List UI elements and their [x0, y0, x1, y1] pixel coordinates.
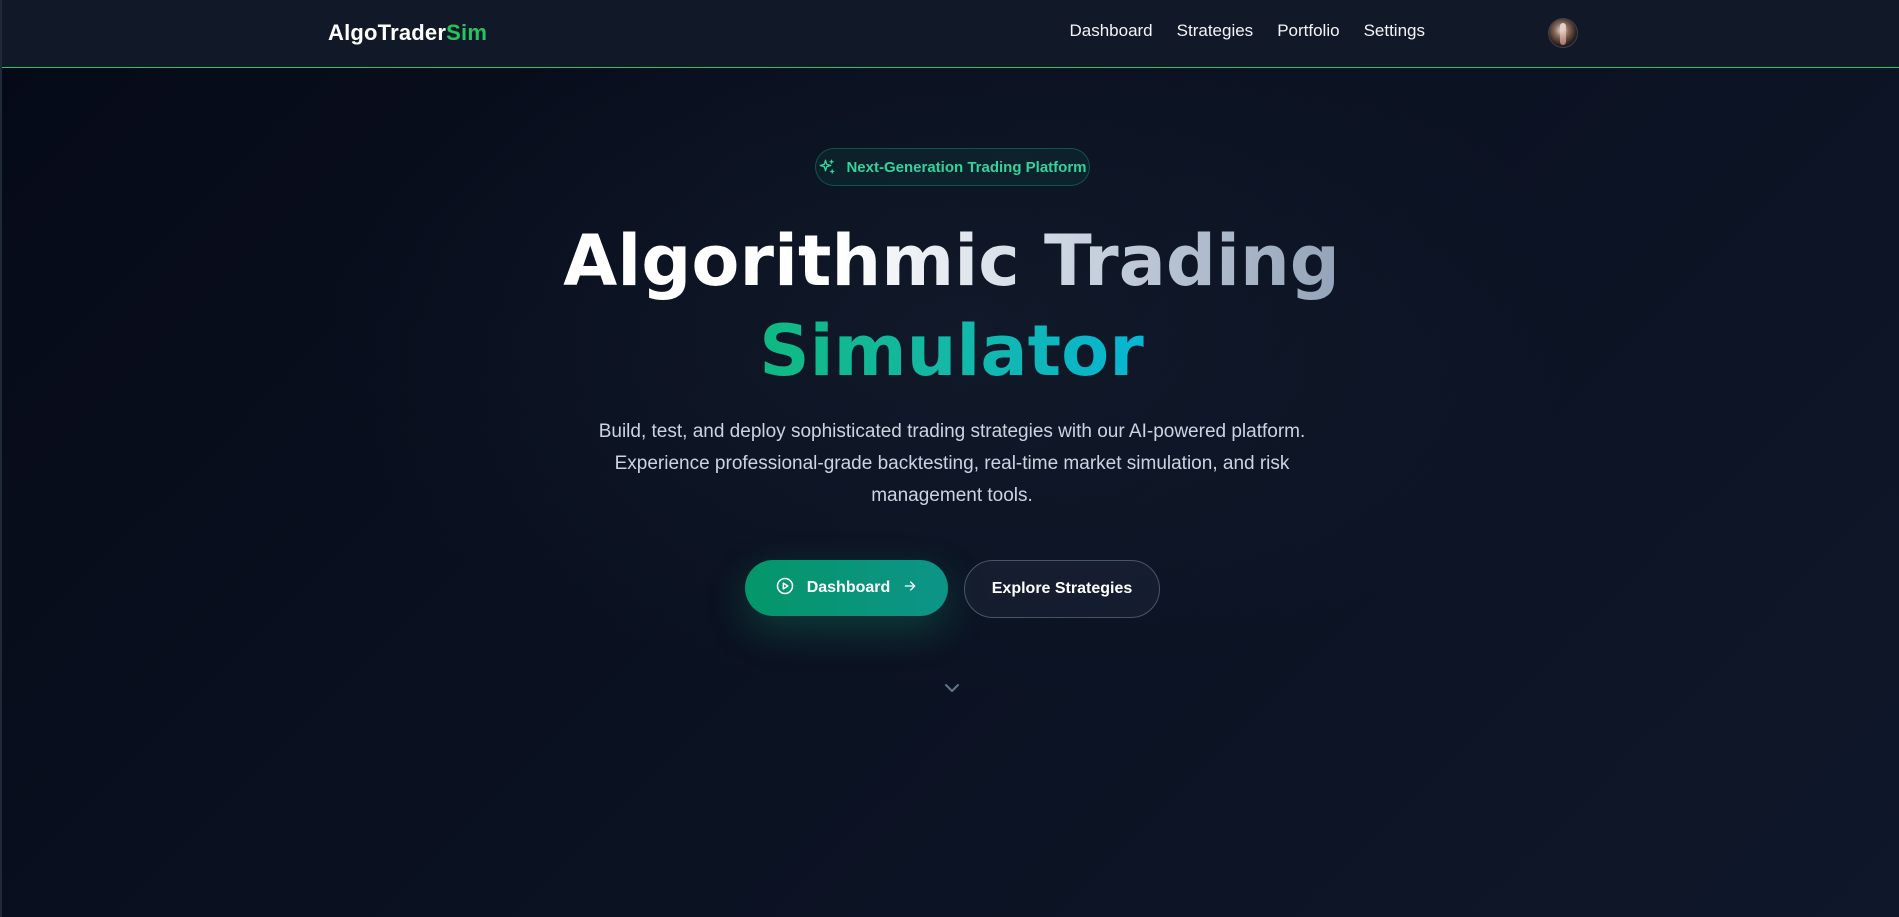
brand-logo[interactable]: AlgoTraderSim — [328, 20, 487, 46]
top-navbar: AlgoTraderSim Dashboard Strategies Portf… — [2, 0, 1899, 68]
brand-name: AlgoTrader — [328, 20, 447, 45]
dashboard-button[interactable]: Dashboard — [745, 560, 948, 616]
headline-line-1: Algorithmic Trading — [563, 216, 1340, 306]
nav-links: Dashboard Strategies Portfolio Settings — [1069, 21, 1425, 41]
arrow-right-icon — [902, 578, 918, 598]
nav-dashboard[interactable]: Dashboard — [1069, 21, 1152, 41]
explore-strategies-button[interactable]: Explore Strategies — [964, 560, 1160, 618]
play-circle-icon — [775, 576, 795, 600]
explore-strategies-label: Explore Strategies — [991, 580, 1133, 597]
platform-badge: Next-Generation Trading Platform — [815, 148, 1090, 186]
brand-accent: Sim — [446, 20, 488, 45]
hero-headline: Algorithmic Trading Simulator — [2, 216, 1899, 396]
hero-subtitle: Build, test, and deploy sophisticated tr… — [598, 421, 1306, 506]
headline-line-2: Simulator — [759, 306, 1144, 396]
user-avatar[interactable] — [1548, 18, 1578, 48]
chevron-down-icon[interactable] — [943, 680, 961, 694]
dashboard-button-label: Dashboard — [806, 579, 891, 596]
nav-portfolio[interactable]: Portfolio — [1277, 21, 1339, 41]
cta-row: Dashboard Explore Strategies — [2, 560, 1899, 618]
nav-strategies[interactable]: Strategies — [1177, 21, 1254, 41]
badge-text: Next-Generation Trading Platform — [846, 158, 1087, 176]
landing-page: AlgoTraderSim Dashboard Strategies Portf… — [0, 0, 1899, 917]
nav-settings[interactable]: Settings — [1364, 21, 1425, 41]
sparkles-icon — [818, 158, 836, 176]
